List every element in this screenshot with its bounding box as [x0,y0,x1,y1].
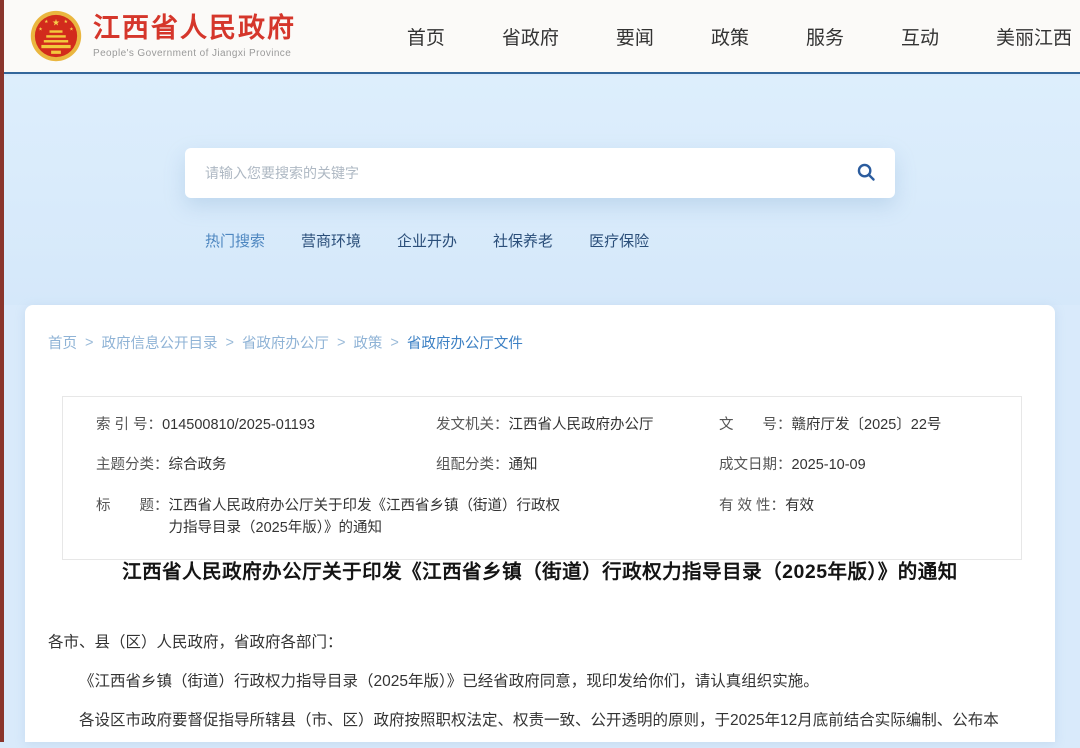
article-paragraph: 《江西省乡镇（街道）行政权力指导目录（2025年版）》已经省政府同意，现印发给你… [48,670,1038,694]
hot-search-medical-insurance[interactable]: 医疗保险 [589,230,649,251]
site-logo[interactable]: ★ ★ ★ ★ ★ 江西省人民政府 People's Government of… [30,10,296,62]
page-left-red-strip [0,0,4,742]
breadcrumb-home[interactable]: 首页 [48,332,77,353]
meta-title: 标 题： 江西省人民政府办公厅关于印发《江西省乡镇（街道）行政权力指导目录（20… [63,486,686,549]
svg-text:★: ★ [38,26,43,32]
nav-home[interactable]: 首页 [407,23,445,50]
breadcrumb-separator: > [85,335,93,351]
nav-policy[interactable]: 政策 [711,23,749,50]
hot-search-social-security[interactable]: 社保养老 [493,230,553,251]
search-box [185,148,895,198]
breadcrumb: 首页 > 政府信息公开目录 > 省政府办公厅 > 政策 > 省政府办公厅文件 [48,332,523,353]
search-button[interactable] [837,148,895,198]
breadcrumb-current: 省政府办公厅文件 [407,332,523,353]
breadcrumb-separator: > [337,335,345,351]
hot-search-business-environment[interactable]: 营商环境 [301,230,361,251]
meta-group-category: 组配分类： 通知 [403,445,686,485]
article-paragraph: 各市、县（区）人民政府，省政府各部门： [48,631,1038,655]
svg-text:★: ★ [52,17,60,27]
meta-topic-category: 主题分类： 综合政务 [63,445,403,485]
meta-issuing-agency: 发文机关： 江西省人民政府办公厅 [403,405,686,445]
breadcrumb-policy[interactable]: 政策 [353,332,382,353]
nav-beautiful-jiangxi[interactable]: 美丽江西 [996,23,1072,50]
svg-text:★: ★ [44,19,49,25]
nav-services[interactable]: 服务 [806,23,844,50]
hot-search-label: 热门搜索 [205,230,265,251]
nav-news[interactable]: 要闻 [616,23,654,50]
main-nav: 首页 省政府 要闻 政策 服务 互动 美丽江西 [407,0,1072,72]
breadcrumb-separator: > [225,335,233,351]
svg-text:★: ★ [69,26,74,32]
search-banner: 热门搜索 营商环境 企业开办 社保养老 医疗保险 [0,76,1080,305]
hot-search-company-registration[interactable]: 企业开办 [397,230,457,251]
article-body: 各市、县（区）人民政府，省政府各部门： 《江西省乡镇（街道）行政权力指导目录（2… [48,631,1038,748]
search-icon [855,161,877,186]
meta-document-number: 文 号： 赣府厅发〔2025〕22号 [686,405,1021,445]
site-header: ★ ★ ★ ★ ★ 江西省人民政府 People's Government of… [0,0,1080,74]
search-input[interactable] [185,148,837,198]
meta-issue-date: 成文日期： 2025-10-09 [686,445,1021,485]
nav-interaction[interactable]: 互动 [901,23,939,50]
hot-search-row: 热门搜索 营商环境 企业开办 社保养老 医疗保险 [205,230,649,251]
breadcrumb-separator: > [390,335,398,351]
breadcrumb-gov-info-catalog[interactable]: 政府信息公开目录 [101,332,217,353]
meta-validity: 有 效 性： 有效 [686,486,1021,549]
breadcrumb-general-office[interactable]: 省政府办公厅 [242,332,329,353]
svg-text:★: ★ [64,19,69,25]
article-paragraph: 各设区市政府要督促指导所辖县（市、区）政府按照职权法定、权责一致、公开透明的原则… [48,709,1038,733]
article-title: 江西省人民政府办公厅关于印发《江西省乡镇（街道）行政权力指导目录（2025年版）… [25,555,1055,584]
site-title: 江西省人民政府 [93,13,296,44]
site-subtitle: People's Government of Jiangxi Province [93,48,296,59]
meta-index-number: 索 引 号： 014500810/2025-01193 [63,405,403,445]
document-meta-table: 索 引 号： 014500810/2025-01193 发文机关： 江西省人民政… [62,396,1022,560]
national-emblem-icon: ★ ★ ★ ★ ★ [30,10,82,62]
nav-provincial-government[interactable]: 省政府 [502,23,559,50]
content-card: 首页 > 政府信息公开目录 > 省政府办公厅 > 政策 > 省政府办公厅文件 索… [25,305,1055,742]
